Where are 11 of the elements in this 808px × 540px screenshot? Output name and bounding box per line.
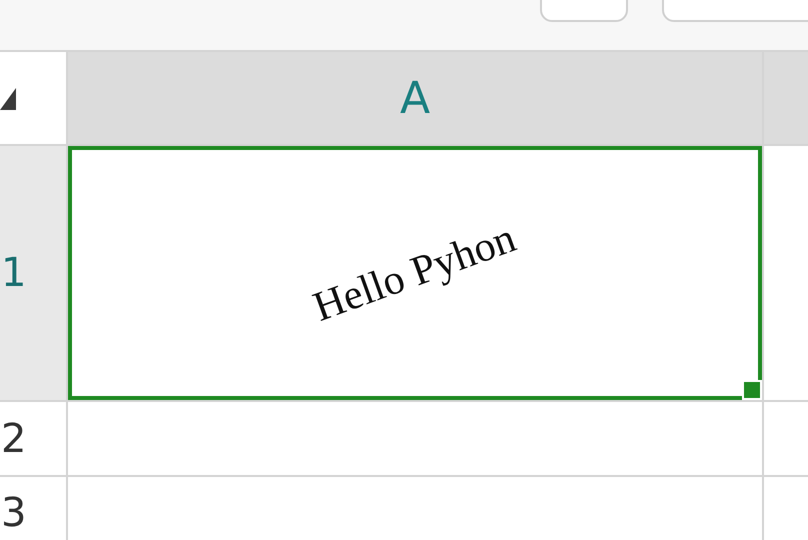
row-header[interactable]: 1 [0,146,66,400]
table-cell[interactable] [764,146,808,400]
table-cell[interactable] [764,402,808,475]
table-cell[interactable]: Hello Pyhon [68,146,762,400]
table-cell[interactable] [764,477,808,540]
table-cell[interactable] [68,402,762,475]
select-all-icon[interactable] [0,88,16,110]
row-header[interactable]: 2 [0,402,66,475]
row-header[interactable]: 3 [0,477,66,540]
table-cell[interactable] [68,477,762,540]
fill-handle[interactable] [742,380,762,400]
